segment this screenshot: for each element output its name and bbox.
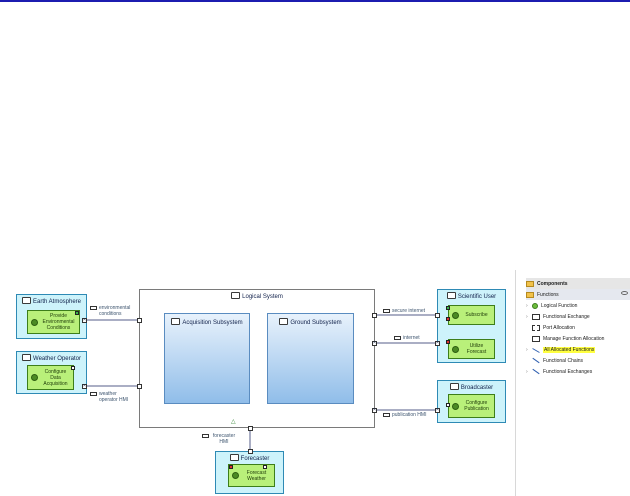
functional-exchange-icon <box>532 313 540 320</box>
palette-item-all-allocated-functions[interactable]: › All Allocated Functions <box>526 344 630 355</box>
system-title: Logical System <box>140 292 374 300</box>
system-port[interactable] <box>137 384 142 389</box>
component-icon <box>279 318 289 325</box>
exchange-icon <box>202 434 209 438</box>
function-icon <box>232 472 239 479</box>
function-subscribe[interactable]: Subscribe <box>448 305 495 325</box>
function-port[interactable] <box>263 465 267 469</box>
exchange-icon <box>90 392 97 396</box>
system-port[interactable] <box>137 318 142 323</box>
exchange-label-internet[interactable]: internet <box>394 335 420 341</box>
folder-icon <box>526 280 534 287</box>
exchange-icon <box>394 336 401 340</box>
port-allocation-icon <box>532 324 540 331</box>
actor-broadcaster[interactable]: Broadcaster Configure Publication <box>437 380 506 423</box>
function-provide-environmental-conditions[interactable]: Provide Environmental Conditions <box>27 310 80 334</box>
actor-title: Forecaster <box>216 454 283 462</box>
subsystem-ground[interactable]: Ground Subsystem <box>267 313 354 404</box>
function-configure-data-acquisition[interactable]: Configure Data Acquisition <box>27 365 74 390</box>
component-port[interactable] <box>248 449 253 454</box>
function-port[interactable] <box>71 366 75 370</box>
component-icon <box>231 292 241 299</box>
system-port[interactable] <box>372 313 377 318</box>
functional-exchanges-icon <box>532 369 540 375</box>
function-port[interactable] <box>229 465 233 469</box>
function-icon <box>452 311 459 319</box>
palette-item-functional-exchanges[interactable]: › Functional Exchanges <box>526 366 630 377</box>
exchange-icon <box>383 413 390 417</box>
palette-drawer-functions[interactable]: Functions <box>526 289 630 300</box>
system-port[interactable]: × <box>372 341 377 346</box>
logical-system[interactable]: Logical System Acquisition Subsystem Gro… <box>139 289 375 428</box>
actor-forecaster[interactable]: Forecaster Forecast Weather <box>215 451 284 494</box>
component-icon <box>229 454 239 461</box>
palette-item-functional-exchange[interactable]: › Functional Exchange <box>526 311 630 322</box>
palette-item-logical-function[interactable]: › Logical Function <box>526 300 630 311</box>
function-port[interactable] <box>446 340 450 344</box>
exchange-icon <box>383 309 390 313</box>
system-status-icon: △ <box>231 419 236 425</box>
component-port[interactable]: × <box>435 408 440 413</box>
function-configure-publication[interactable]: Configure Publication <box>448 394 495 418</box>
component-port[interactable]: × <box>82 384 87 389</box>
function-icon <box>452 345 459 353</box>
component-icon <box>22 354 32 361</box>
function-port[interactable] <box>446 403 450 407</box>
component-port[interactable] <box>435 313 440 318</box>
actor-scientific-user[interactable]: Scientific User Subscribe Utilize Foreca… <box>437 289 506 363</box>
palette-divider <box>515 270 516 496</box>
component-icon <box>21 297 31 304</box>
component-port[interactable]: × <box>435 341 440 346</box>
pin-icon[interactable] <box>621 291 628 295</box>
component-icon <box>446 292 456 299</box>
actor-earth-atmosphere[interactable]: Earth Atmosphere Provide Environmental C… <box>16 294 87 339</box>
function-icon <box>452 402 459 410</box>
palette: Components Functions › Logical Function … <box>526 278 630 377</box>
subsystem-title: Acquisition Subsystem <box>165 318 249 326</box>
actor-title: Broadcaster <box>438 383 505 391</box>
function-port[interactable] <box>446 306 450 310</box>
actor-title: Weather Operator <box>17 354 86 362</box>
palette-item-port-allocation[interactable]: Port Allocation <box>526 322 630 333</box>
function-port[interactable] <box>75 311 79 315</box>
exchange-label-environmental[interactable]: environmental conditions <box>90 305 135 317</box>
allocated-functions-icon <box>532 347 540 353</box>
component-port[interactable]: × <box>82 318 87 323</box>
actor-title: Scientific User <box>438 292 505 300</box>
palette-item-functional-chains[interactable]: Functional Chains <box>526 355 630 366</box>
exchange-label-weather-hmi[interactable]: weather operator HMI <box>90 391 133 403</box>
palette-item-manage-function-allocation[interactable]: Manage Function Allocation <box>526 333 630 344</box>
function-forecast-weather[interactable]: Forecast Weather <box>228 464 275 487</box>
manage-allocation-icon <box>532 335 540 342</box>
component-icon <box>171 318 181 325</box>
exchange-label-secure-internet[interactable]: secure internet <box>383 308 425 314</box>
functional-chains-icon <box>532 358 540 364</box>
function-icon <box>31 374 38 381</box>
system-port[interactable]: × <box>372 408 377 413</box>
system-port[interactable] <box>248 426 253 431</box>
exchange-label-publication-hmi[interactable]: publication HMI <box>383 412 426 418</box>
subsystem-title: Ground Subsystem <box>268 318 353 326</box>
component-icon <box>449 383 459 390</box>
folder-icon <box>526 291 534 298</box>
actor-title: Earth Atmosphere <box>17 297 86 305</box>
function-icon <box>31 318 38 326</box>
logical-function-icon <box>532 302 538 309</box>
exchange-label-forecaster-hmi[interactable]: forecaster HMI <box>202 433 237 445</box>
function-utilize-forecast[interactable]: Utilize Forecast <box>448 339 495 359</box>
exchange-icon <box>90 306 97 310</box>
subsystem-acquisition[interactable]: Acquisition Subsystem <box>164 313 250 404</box>
palette-drawer-components[interactable]: Components <box>526 278 630 289</box>
actor-weather-operator[interactable]: Weather Operator Configure Data Acquisit… <box>16 351 87 394</box>
function-port[interactable] <box>446 317 450 321</box>
